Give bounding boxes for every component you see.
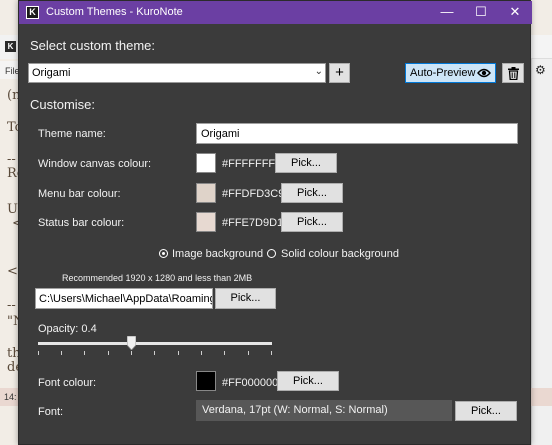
gear-icon[interactable]: ⚙ xyxy=(535,63,546,77)
image-path-input[interactable]: C:\Users\Michael\AppData\Roaming\ xyxy=(35,288,213,309)
trash-icon xyxy=(508,67,519,80)
font-colour-pick-button[interactable]: Pick... xyxy=(277,371,339,391)
slider-tick xyxy=(108,351,109,355)
theme-name-value: Origami xyxy=(201,128,240,140)
slider-tick xyxy=(201,351,202,355)
eye-icon xyxy=(477,68,491,78)
image-path-value: C:\Users\Michael\AppData\Roaming\ xyxy=(39,293,213,305)
auto-preview-toggle[interactable]: Auto-Preview xyxy=(405,63,496,83)
chevron-down-icon: ⌄ xyxy=(314,66,323,77)
slider-tick xyxy=(224,351,225,355)
pick-label: Pick... xyxy=(471,405,501,417)
theme-select-value: Origami xyxy=(32,67,71,79)
slider-tick xyxy=(131,351,132,355)
select-theme-label: Select custom theme: xyxy=(30,38,155,53)
menu-bar-colour-pick-button[interactable]: Pick... xyxy=(281,183,343,203)
pick-label: Pick... xyxy=(230,292,261,304)
status-bar-colour-pick-button[interactable]: Pick... xyxy=(281,212,343,232)
font-pick-button[interactable]: Pick... xyxy=(455,401,517,421)
background-text-line: < xyxy=(7,264,18,279)
window-canvas-colour-label: Window canvas colour: xyxy=(38,158,152,170)
background-right-titlebar xyxy=(531,35,552,59)
image-background-label[interactable]: Image background xyxy=(172,248,263,260)
font-display: Verdana, 17pt (W: Normal, S: Normal) xyxy=(196,400,452,421)
image-pick-button[interactable]: Pick... xyxy=(215,288,276,309)
add-theme-button[interactable]: + xyxy=(329,63,350,83)
app-icon: K xyxy=(26,6,39,19)
background-text-line: -- xyxy=(7,298,16,313)
background-text-line: -- xyxy=(7,152,16,167)
background-status-text: 14: xyxy=(4,392,17,402)
font-label: Font: xyxy=(38,406,64,418)
menu-bar-colour-hex: #FFDFD3C9 xyxy=(222,188,285,200)
slider-tick xyxy=(271,351,272,355)
font-value: Verdana, 17pt (W: Normal, S: Normal) xyxy=(202,404,388,416)
window-canvas-colour-pick-button[interactable]: Pick... xyxy=(275,153,337,173)
font-colour-swatch xyxy=(196,371,216,391)
font-colour-label: Font colour: xyxy=(38,377,97,389)
background-right-statusbar xyxy=(531,388,552,406)
solid-colour-background-radio[interactable] xyxy=(267,249,276,258)
maximize-button[interactable]: ☐ xyxy=(464,1,498,24)
image-recommendation-note: Recommended 1920 x 1280 and less than 2M… xyxy=(62,273,253,283)
menu-bar-colour-swatch xyxy=(196,183,216,203)
window-canvas-colour-hex: #FFFFFFFF xyxy=(222,158,282,170)
opacity-label: Opacity: 0.4 xyxy=(38,323,97,335)
pick-label: Pick... xyxy=(291,157,321,169)
slider-tick xyxy=(248,351,249,355)
pick-label: Pick... xyxy=(293,375,323,387)
theme-name-input[interactable]: Origami xyxy=(196,123,518,144)
solid-colour-background-label[interactable]: Solid colour background xyxy=(281,248,399,260)
dialog-titlebar[interactable]: K Custom Themes - KuroNote — ☐ ✕ xyxy=(19,1,532,24)
opacity-slider-thumb[interactable] xyxy=(127,336,136,350)
status-bar-colour-hex: #FFE7D9D1 xyxy=(222,217,284,229)
theme-select[interactable]: Origami ⌄ xyxy=(28,63,326,83)
image-background-radio[interactable] xyxy=(159,249,168,258)
slider-tick xyxy=(38,351,39,355)
custom-themes-dialog: K Custom Themes - KuroNote — ☐ ✕ Select … xyxy=(18,0,532,445)
plus-icon: + xyxy=(335,64,344,81)
radio-selected-dot xyxy=(162,252,165,255)
theme-name-label: Theme name: xyxy=(38,128,106,140)
slider-tick xyxy=(154,351,155,355)
status-bar-colour-label: Status bar colour: xyxy=(38,217,125,229)
slider-tick xyxy=(178,351,179,355)
menu-bar-colour-label: Menu bar colour: xyxy=(38,188,121,200)
pick-label: Pick... xyxy=(297,187,327,199)
customise-label: Customise: xyxy=(30,97,96,112)
window-canvas-colour-swatch xyxy=(196,153,216,173)
dialog-title: Custom Themes - KuroNote xyxy=(46,6,183,18)
opacity-slider-track[interactable] xyxy=(38,342,272,345)
delete-theme-button[interactable] xyxy=(502,63,524,83)
pick-label: Pick... xyxy=(297,216,327,228)
font-colour-hex: #FF000000 xyxy=(222,377,279,389)
background-right-edge xyxy=(531,35,552,445)
minimize-button[interactable]: — xyxy=(430,1,464,24)
background-app-icon: K xyxy=(5,41,16,52)
slider-tick xyxy=(84,351,85,355)
close-button[interactable]: ✕ xyxy=(498,1,532,24)
slider-tick xyxy=(61,351,62,355)
status-bar-colour-swatch xyxy=(196,212,216,232)
